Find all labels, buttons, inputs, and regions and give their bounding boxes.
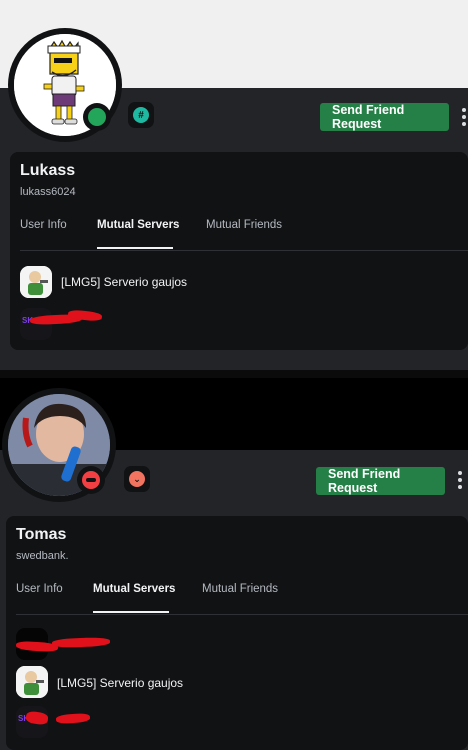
active-tab-indicator	[97, 247, 173, 249]
server-name[interactable]: [LMG5] Serverio gaujos	[57, 676, 183, 690]
profile-panel-lukass: # Send Friend Request Lukass lukass6024 …	[0, 0, 468, 370]
server-badge-icon[interactable]: ⌄	[124, 466, 150, 492]
server-name[interactable]: [LMG5] Serverio gaujos	[61, 275, 187, 289]
tab-mutual-friends[interactable]: Mutual Friends	[202, 583, 278, 595]
profile-panel-tomas: ⌄ Send Friend Request Tomas swedbank. Us…	[0, 378, 468, 750]
dnd-status-dot	[82, 471, 100, 489]
more-options-icon[interactable]	[457, 471, 463, 491]
hashtag-icon: #	[133, 107, 149, 123]
character-server-icon[interactable]	[16, 666, 48, 698]
redacted-server-name	[55, 712, 91, 725]
username: lukass6024	[20, 186, 76, 198]
redacted-server-name	[51, 636, 111, 649]
send-friend-request-button[interactable]: Send Friend Request	[316, 467, 445, 495]
profile-card: Tomas swedbank. User Info Mutual Servers…	[6, 516, 468, 750]
send-friend-request-button[interactable]: Send Friend Request	[320, 103, 449, 131]
username: swedbank.	[16, 550, 69, 562]
profile-card: Lukass lukass6024 User Info Mutual Serve…	[10, 152, 468, 350]
tab-user-info[interactable]: User Info	[20, 219, 67, 231]
tab-divider	[20, 250, 468, 251]
active-tab-indicator	[93, 611, 169, 613]
display-name: Tomas	[16, 526, 67, 543]
character-server-icon[interactable]	[20, 266, 52, 298]
tab-mutual-servers[interactable]: Mutual Servers	[97, 219, 179, 231]
chevron-badge-icon: ⌄	[129, 471, 145, 487]
tab-mutual-friends[interactable]: Mutual Friends	[206, 219, 282, 231]
hashtag-badge-icon[interactable]: #	[128, 102, 154, 128]
tab-divider	[16, 614, 468, 615]
display-name: Lukass	[20, 162, 76, 179]
tab-user-info[interactable]: User Info	[16, 583, 63, 595]
more-options-icon[interactable]	[461, 108, 467, 128]
tab-mutual-servers[interactable]: Mutual Servers	[93, 583, 175, 595]
online-status-dot	[88, 108, 106, 126]
